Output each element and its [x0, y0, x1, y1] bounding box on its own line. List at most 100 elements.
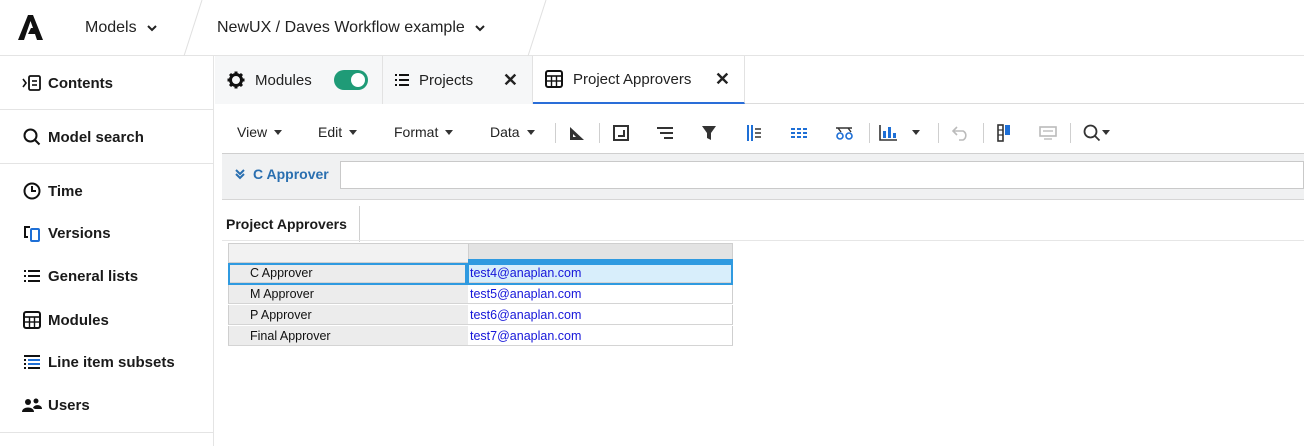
grid-cell[interactable]: test7@anaplan.com [468, 326, 733, 346]
versions-icon [22, 223, 42, 243]
sidebar-item-versions[interactable]: Versions [0, 218, 213, 248]
sidebar-item-users[interactable]: Users [0, 390, 213, 420]
gear-icon [227, 71, 245, 89]
row-header[interactable]: M Approver [228, 284, 469, 304]
page-selector[interactable]: C Approver [234, 166, 329, 182]
tab-projects[interactable]: Projects ✕ [383, 56, 533, 104]
format-menu[interactable]: Format [394, 112, 454, 152]
cell-value: test4@anaplan.com [470, 265, 582, 280]
sort-icon[interactable] [654, 122, 676, 144]
models-menu[interactable]: Models [85, 0, 157, 56]
toolbar-divider [983, 123, 984, 143]
subset-list-icon [22, 352, 42, 372]
breadcrumb-divider [527, 0, 547, 56]
sidebar-item-modules[interactable]: Modules [0, 305, 213, 335]
list-icon [22, 266, 42, 286]
grid-cell[interactable]: test4@anaplan.com [468, 263, 733, 283]
row-label: M Approver [250, 286, 314, 301]
sidebar: Contents Model search Time Versions Gene… [0, 56, 214, 446]
modules-toggle[interactable] [333, 70, 368, 90]
undo-icon[interactable] [950, 122, 972, 144]
sidebar-divider [0, 109, 213, 110]
anaplan-logo-icon[interactable] [16, 12, 46, 42]
sidebar-item-contents[interactable]: Contents [0, 68, 213, 98]
tab-modules[interactable]: Modules [215, 56, 383, 104]
sidebar-item-label: Modules [48, 311, 109, 329]
grid-icon [545, 70, 563, 88]
toolbar-divider [938, 123, 939, 143]
page-selector-bar: C Approver [222, 154, 1304, 200]
sidebar-item-label: Users [48, 396, 90, 414]
page-selector-input[interactable] [340, 161, 1304, 189]
clock-icon [22, 181, 42, 201]
show-hide-icon[interactable] [743, 122, 765, 144]
sidebar-item-label: Contents [48, 74, 113, 92]
edit-menu[interactable]: Edit [318, 112, 358, 152]
sidebar-item-label: Versions [48, 224, 111, 242]
menu-label: Format [394, 124, 439, 140]
search-dropdown[interactable] [1098, 112, 1110, 152]
caret-down-icon [274, 129, 283, 135]
caret-down-icon [445, 129, 454, 135]
toolbar-divider [599, 123, 600, 143]
row-header[interactable]: Final Approver [228, 326, 469, 346]
page-selector-label: C Approver [253, 166, 329, 182]
toolbar-divider [1070, 123, 1071, 143]
caret-down-icon [912, 129, 920, 135]
chevron-down-icon [475, 25, 485, 32]
view-menu[interactable]: View [237, 112, 283, 152]
row-header[interactable]: P Approver [228, 305, 469, 325]
grid-tab-project-approvers[interactable]: Project Approvers [222, 206, 360, 242]
top-bar: Models NewUX / Daves Workflow example [0, 0, 1304, 56]
comment-icon[interactable] [1037, 122, 1059, 144]
users-icon [22, 395, 42, 415]
grid-tab-label: Project Approvers [226, 216, 347, 232]
insert-column-icon[interactable] [993, 122, 1015, 144]
grid-icon [22, 310, 42, 330]
chevron-down-icon [146, 25, 157, 32]
sidebar-item-line-item-subsets[interactable]: Line item subsets [0, 347, 213, 377]
toolbar-divider [869, 123, 870, 143]
chart-dropdown[interactable] [906, 112, 920, 152]
list-icon [395, 74, 409, 86]
chart-icon[interactable] [877, 122, 899, 144]
menu-label: View [237, 124, 268, 140]
workspace-breadcrumb[interactable]: NewUX / Daves Workflow example [217, 0, 485, 56]
close-icon[interactable]: ✕ [503, 70, 518, 91]
cell-value: test5@anaplan.com [470, 286, 582, 301]
formula-icon[interactable] [833, 122, 855, 144]
tab-label: Project Approvers [573, 70, 692, 88]
filter-icon[interactable] [698, 122, 720, 144]
toolbar-divider [555, 123, 556, 143]
sidebar-item-label: Time [48, 182, 83, 200]
freeze-icon[interactable] [610, 122, 632, 144]
menu-label: Data [490, 124, 520, 140]
contents-icon [22, 73, 42, 93]
workspace-path: NewUX / Daves Workflow example [217, 19, 465, 36]
sidebar-divider [0, 163, 213, 164]
menu-label: Edit [318, 124, 343, 140]
sidebar-divider [0, 432, 213, 433]
sidebar-item-label: General lists [48, 267, 139, 285]
caret-down-icon [1102, 129, 1110, 135]
data-menu[interactable]: Data [490, 112, 535, 152]
tab-label: Projects [419, 71, 474, 89]
row-label: P Approver [250, 307, 312, 322]
grid-tab-divider [222, 240, 1304, 241]
cell-value: test7@anaplan.com [470, 328, 582, 343]
sidebar-item-general-lists[interactable]: General lists [0, 261, 213, 291]
cell-value: test6@anaplan.com [470, 307, 582, 322]
sidebar-item-time[interactable]: Time [0, 176, 213, 206]
grid-cell[interactable]: test5@anaplan.com [468, 284, 733, 304]
grid-dots-icon[interactable] [788, 122, 810, 144]
grid-toolbar: View Edit Format Data [222, 112, 1304, 152]
close-icon[interactable]: ✕ [715, 69, 730, 90]
pivot-icon[interactable] [566, 122, 588, 144]
caret-down-icon [349, 129, 358, 135]
grid-cell[interactable]: test6@anaplan.com [468, 305, 733, 325]
sidebar-item-model-search[interactable]: Model search [0, 122, 213, 152]
grid-corner-header [228, 243, 469, 263]
tab-label: Modules [255, 71, 312, 89]
row-header[interactable]: C Approver [228, 263, 469, 283]
tab-project-approvers[interactable]: Project Approvers ✕ [533, 56, 745, 104]
